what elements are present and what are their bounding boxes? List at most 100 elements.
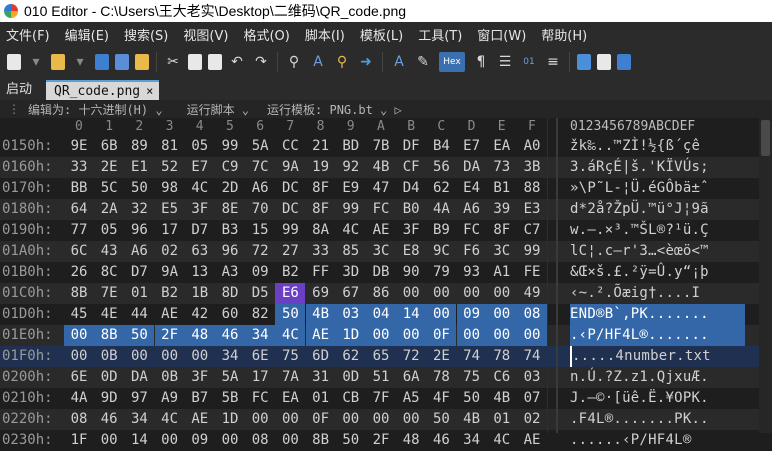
hex-byte[interactable]: 46 bbox=[94, 409, 124, 430]
hex-byte[interactable]: 52 bbox=[155, 157, 185, 178]
hex-byte[interactable]: 77 bbox=[64, 220, 94, 241]
hex-byte[interactable]: 90 bbox=[396, 262, 426, 283]
hex-byte[interactable]: 44 bbox=[124, 304, 154, 325]
hex-byte[interactable]: 2E bbox=[94, 157, 124, 178]
hex-byte[interactable]: 19 bbox=[306, 157, 336, 178]
menu-file[interactable]: 文件(F) bbox=[0, 25, 59, 44]
hex-byte[interactable]: 65 bbox=[366, 346, 396, 367]
hex-byte[interactable]: 00 bbox=[486, 325, 517, 346]
ascii-text[interactable]: .F4L®.......PK.. bbox=[570, 409, 745, 430]
undo-icon[interactable]: ↶ bbox=[228, 53, 246, 71]
calculator-icon[interactable] bbox=[577, 54, 591, 70]
hex-byte[interactable]: 0B bbox=[94, 346, 124, 367]
hex-byte[interactable]: 42 bbox=[185, 304, 215, 325]
hex-byte[interactable]: 8B bbox=[64, 283, 94, 304]
hex-byte[interactable]: 4B bbox=[366, 157, 396, 178]
hex-byte[interactable]: 81 bbox=[155, 136, 185, 157]
ascii-text[interactable]: n.Ú.?Z.z1.QjxuÆ. bbox=[570, 367, 745, 388]
hex-byte[interactable]: E6 bbox=[275, 283, 306, 304]
hex-byte[interactable]: 13 bbox=[185, 262, 215, 283]
hex-byte[interactable]: 00 bbox=[517, 325, 547, 346]
hex-byte[interactable]: B1 bbox=[487, 178, 517, 199]
hex-byte[interactable]: 00 bbox=[275, 409, 305, 430]
hex-editor[interactable]: 0 1 2 3 4 5 6 7 8 9 A B C D E F 0123456789ABCDEF 0150h: 9… bbox=[0, 118, 772, 448]
hex-byte[interactable]: 75 bbox=[275, 346, 305, 367]
hex-byte[interactable]: B4 bbox=[426, 136, 456, 157]
hex-byte[interactable]: 4C bbox=[275, 325, 306, 346]
menu-tools[interactable]: 工具(T) bbox=[412, 25, 471, 44]
hex-byte[interactable]: AE bbox=[305, 325, 336, 346]
hex-byte[interactable]: 1F bbox=[64, 430, 94, 451]
hex-byte[interactable]: 98 bbox=[155, 178, 185, 199]
hex-byte[interactable]: 2F bbox=[366, 430, 396, 451]
hex-byte[interactable]: 27 bbox=[275, 241, 305, 262]
new-file-icon[interactable] bbox=[7, 54, 21, 70]
hex-byte[interactable]: 99 bbox=[215, 136, 245, 157]
paste-icon[interactable] bbox=[208, 54, 222, 70]
hex-byte[interactable]: 8B bbox=[94, 325, 125, 346]
hex-byte[interactable]: 43 bbox=[94, 241, 124, 262]
hex-mode-button[interactable]: Hex bbox=[439, 52, 465, 72]
highlight-icon[interactable]: ✎ bbox=[414, 53, 432, 71]
hex-byte[interactable]: 1B bbox=[185, 283, 215, 304]
hex-byte[interactable]: 50 bbox=[457, 388, 487, 409]
hex-byte[interactable]: 00 bbox=[155, 346, 185, 367]
hex-byte[interactable]: FE bbox=[517, 262, 547, 283]
hex-byte[interactable]: 6E bbox=[64, 367, 94, 388]
hex-byte[interactable]: 70 bbox=[245, 199, 275, 220]
hex-byte[interactable]: 9C bbox=[426, 241, 456, 262]
hex-byte[interactable]: 6E bbox=[245, 346, 275, 367]
hex-byte[interactable]: 50 bbox=[336, 430, 366, 451]
hex-byte[interactable]: 07 bbox=[517, 388, 547, 409]
menu-search[interactable]: 搜索(S) bbox=[118, 25, 177, 44]
hex-byte[interactable]: 85 bbox=[336, 241, 366, 262]
hex-byte[interactable]: AE bbox=[155, 304, 185, 325]
hex-byte[interactable]: 2D bbox=[215, 178, 245, 199]
hex-byte[interactable]: 4B bbox=[487, 388, 517, 409]
ascii-text[interactable]: žk‰..™ZÌ!½{ß´çê bbox=[570, 136, 745, 157]
hex-byte[interactable]: 4A bbox=[64, 388, 94, 409]
hex-byte[interactable]: B0 bbox=[396, 199, 426, 220]
hex-byte[interactable]: 34 bbox=[124, 409, 154, 430]
hex-byte[interactable]: 8D bbox=[215, 283, 245, 304]
hex-byte[interactable]: FC bbox=[245, 388, 275, 409]
hex-byte[interactable]: 8B bbox=[306, 430, 336, 451]
window-icon[interactable] bbox=[617, 54, 631, 70]
ascii-text[interactable]: ......‹P/HF4L® bbox=[570, 430, 745, 451]
hex-byte[interactable]: 02 bbox=[155, 241, 185, 262]
hex-byte[interactable]: 0F bbox=[426, 325, 457, 346]
menu-help[interactable]: 帮助(H) bbox=[535, 25, 596, 44]
menu-view[interactable]: 视图(V) bbox=[177, 25, 237, 44]
hex-byte[interactable]: 00 bbox=[396, 283, 426, 304]
ascii-text[interactable]: J.—©·[üê.Ë.¥OPK. bbox=[570, 388, 745, 409]
scrollbar-thumb[interactable] bbox=[761, 120, 770, 156]
hex-byte[interactable]: 7F bbox=[366, 388, 396, 409]
find-icon[interactable]: ⚲ bbox=[285, 53, 303, 71]
hex-byte[interactable]: 72 bbox=[396, 346, 426, 367]
hex-byte[interactable]: E5 bbox=[155, 199, 185, 220]
hex-byte[interactable]: 05 bbox=[185, 136, 215, 157]
goto-arrow-icon[interactable]: ➜ bbox=[357, 53, 375, 71]
hex-byte[interactable]: 63 bbox=[185, 241, 215, 262]
hex-byte[interactable]: 46 bbox=[215, 325, 245, 346]
hex-byte[interactable]: B9 bbox=[426, 220, 456, 241]
hex-byte[interactable]: 4C bbox=[155, 409, 185, 430]
hex-byte[interactable]: 4A bbox=[426, 199, 456, 220]
hex-byte[interactable]: 17 bbox=[155, 220, 185, 241]
hex-byte[interactable]: 00 bbox=[366, 325, 396, 346]
hex-byte[interactable]: BD bbox=[336, 136, 366, 157]
hex-byte[interactable]: E4 bbox=[457, 178, 487, 199]
hex-byte[interactable]: 74 bbox=[457, 346, 487, 367]
hex-byte[interactable]: 17 bbox=[245, 367, 275, 388]
hex-byte[interactable]: 97 bbox=[124, 388, 154, 409]
word-wrap-icon[interactable]: ≡ bbox=[544, 53, 562, 71]
hex-byte[interactable]: AE bbox=[185, 409, 215, 430]
hex-byte[interactable]: DC bbox=[275, 199, 305, 220]
hex-byte[interactable]: B2 bbox=[275, 262, 305, 283]
hex-byte[interactable]: 01 bbox=[487, 409, 517, 430]
hex-byte[interactable]: E3 bbox=[517, 199, 547, 220]
hex-byte[interactable]: 3F bbox=[185, 367, 215, 388]
hex-byte[interactable]: 99 bbox=[336, 199, 366, 220]
hex-byte[interactable]: C9 bbox=[215, 157, 245, 178]
hex-byte[interactable]: 92 bbox=[336, 157, 366, 178]
